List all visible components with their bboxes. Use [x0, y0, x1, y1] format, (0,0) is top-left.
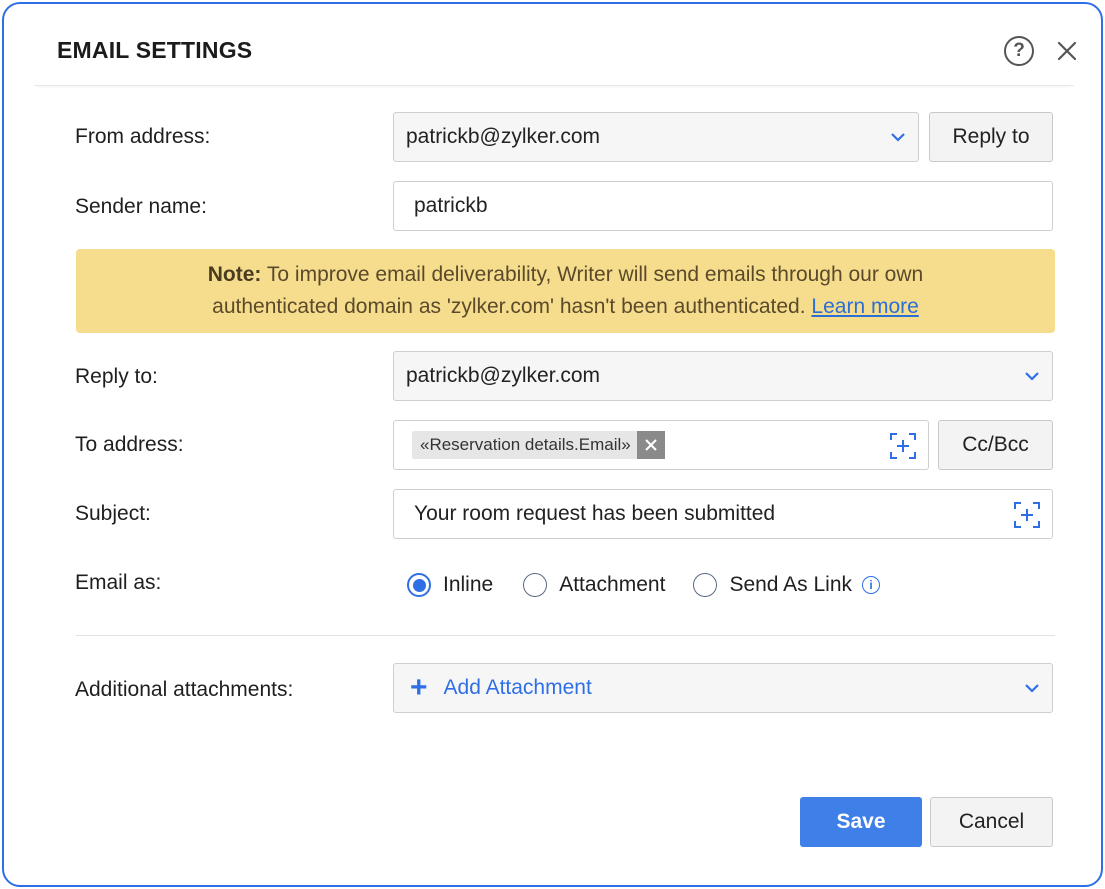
to-address-input[interactable]: «Reservation details.Email»	[393, 420, 929, 470]
info-icon[interactable]: i	[862, 576, 881, 594]
chevron-down-icon	[1025, 372, 1039, 381]
cc-bcc-button[interactable]: Cc/Bcc	[938, 420, 1053, 470]
to-address-label: To address:	[75, 433, 184, 456]
divider	[76, 635, 1055, 636]
email-settings-dialog: EMAIL SETTINGS ? From address: patrickb@…	[2, 2, 1103, 887]
plus-icon: +	[410, 671, 428, 704]
add-attachment-label: Add Attachment	[443, 676, 592, 699]
radio-send-as-link-label: Send As Link	[729, 573, 853, 596]
insert-field-icon[interactable]	[1012, 500, 1042, 530]
from-address-label: From address:	[75, 125, 211, 148]
note-line1: To improve email deliverability, Writer …	[261, 263, 924, 286]
reply-to-button[interactable]: Reply to	[929, 112, 1053, 162]
subject-value: Your room request has been submitted	[414, 502, 776, 525]
recipient-chip: «Reservation details.Email»	[412, 431, 665, 459]
note-prefix: Note:	[207, 263, 262, 286]
add-attachment-select[interactable]: + Add Attachment	[393, 663, 1053, 713]
recipient-chip-text: «Reservation details.Email»	[420, 435, 631, 454]
radio-send-as-link[interactable]: Send As Link i	[693, 573, 881, 597]
radio-selected-icon	[407, 573, 431, 597]
radio-inline-label: Inline	[443, 573, 494, 596]
help-icon[interactable]: ?	[1004, 36, 1034, 66]
save-button[interactable]: Save	[800, 797, 922, 847]
chevron-down-icon	[891, 133, 905, 142]
dialog-title: EMAIL SETTINGS	[57, 37, 253, 63]
additional-attachments-label: Additional attachments:	[75, 678, 294, 701]
subject-label: Subject:	[75, 502, 151, 525]
radio-inline[interactable]: Inline	[407, 573, 493, 597]
chevron-down-icon	[1025, 684, 1039, 693]
reply-to-label: Reply to:	[75, 365, 158, 388]
radio-unselected-icon	[523, 573, 548, 597]
subject-input[interactable]: Your room request has been submitted	[393, 489, 1053, 539]
email-as-radio-group: Inline Attachment Send As Link i	[407, 569, 881, 601]
reply-to-select[interactable]: patrickb@zylker.com	[393, 351, 1053, 401]
sender-name-label: Sender name:	[75, 195, 207, 218]
remove-chip-icon[interactable]	[636, 431, 665, 459]
add-attachment-button[interactable]: + Add Attachment	[394, 673, 592, 703]
from-address-value: patrickb@zylker.com	[406, 125, 601, 148]
close-icon[interactable]	[1053, 37, 1081, 65]
radio-unselected-icon	[693, 573, 718, 597]
radio-attachment-label: Attachment	[559, 573, 666, 596]
learn-more-link[interactable]: Learn more	[811, 295, 918, 318]
cancel-button[interactable]: Cancel	[930, 797, 1053, 847]
insert-field-icon[interactable]	[888, 431, 918, 461]
deliverability-note: Note: To improve email deliverability, W…	[76, 249, 1055, 333]
reply-to-value: patrickb@zylker.com	[406, 364, 601, 387]
radio-attachment[interactable]: Attachment	[523, 573, 665, 597]
from-address-select[interactable]: patrickb@zylker.com	[393, 112, 919, 162]
dialog-header: EMAIL SETTINGS ?	[34, 4, 1077, 86]
email-as-label: Email as:	[75, 571, 162, 594]
sender-name-input[interactable]: patrickb	[393, 181, 1053, 231]
note-line2: authenticated domain as 'zylker.com' has…	[212, 295, 812, 318]
sender-name-value: patrickb	[414, 194, 488, 217]
